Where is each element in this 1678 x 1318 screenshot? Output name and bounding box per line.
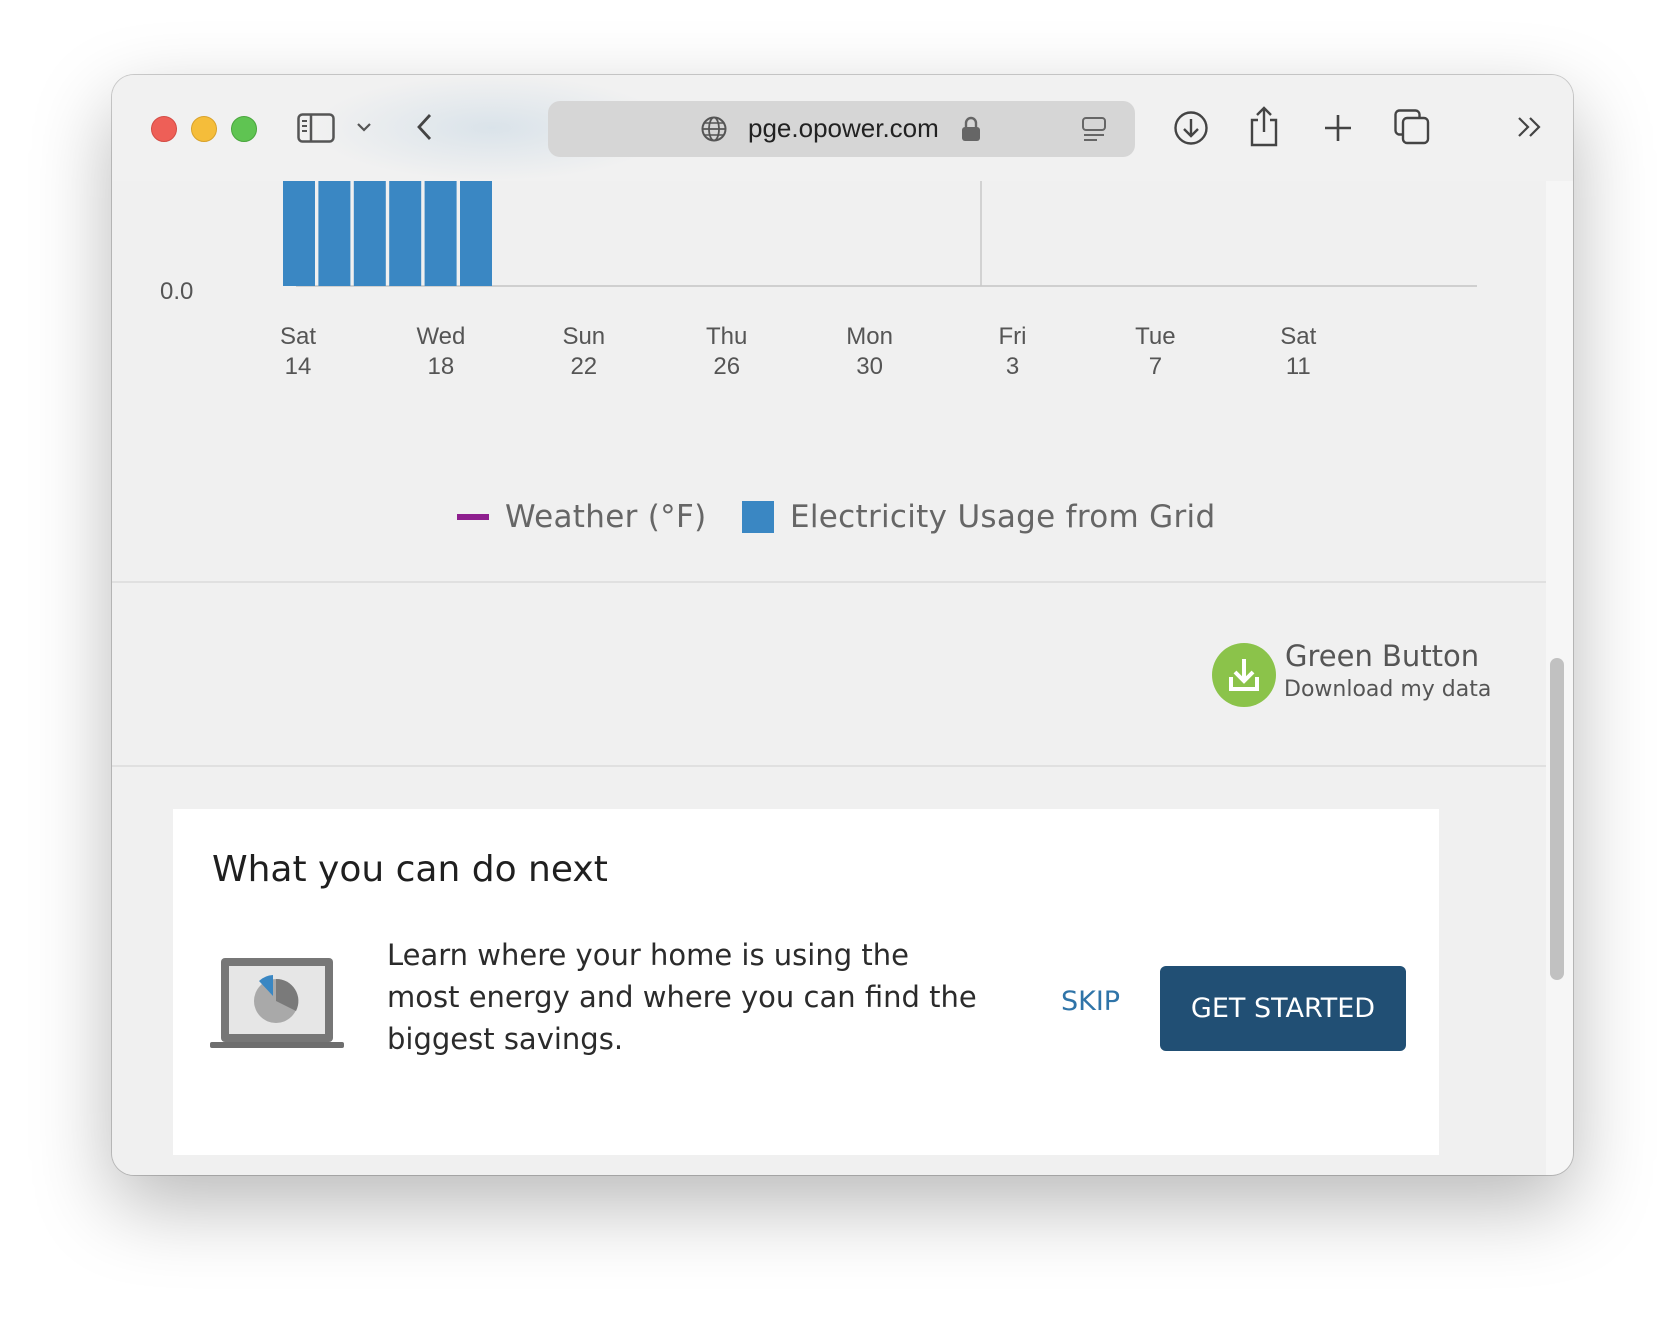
skip-link[interactable]: SKIP: [1061, 986, 1120, 1017]
x-tick-day-label: Sat: [280, 323, 316, 350]
usage-bar[interactable]: [283, 181, 315, 286]
x-tick-date-label: 26: [713, 353, 740, 380]
lock-icon: [960, 115, 982, 143]
legend-electricity-label: Electricity Usage from Grid: [790, 499, 1216, 535]
back-icon[interactable]: [412, 107, 436, 147]
downloads-icon[interactable]: [1171, 108, 1211, 148]
x-tick-day-label: Thu: [706, 323, 747, 350]
share-icon[interactable]: [1246, 103, 1282, 149]
usage-bar[interactable]: [460, 181, 492, 286]
x-tick-date-label: 3: [1006, 353, 1019, 380]
tab-overview-icon[interactable]: [1392, 107, 1432, 147]
minimize-window-button[interactable]: [191, 116, 217, 142]
x-tick-date-label: 14: [285, 353, 312, 380]
chart-divider: [112, 581, 1546, 583]
card-title: What you can do next: [212, 849, 608, 890]
address-bar[interactable]: pge.opower.com: [548, 101, 1135, 157]
x-tick-date-label: 22: [570, 353, 597, 380]
x-tick-day-label: Fri: [999, 323, 1027, 350]
zoom-window-button[interactable]: [231, 116, 257, 142]
laptop-chart-icon: [210, 956, 344, 1055]
legend-weather-label: Weather (°F): [505, 499, 707, 535]
chevron-down-icon[interactable]: [352, 115, 376, 139]
usage-bar[interactable]: [318, 181, 351, 286]
card-description: Learn where your home is using the most …: [387, 938, 977, 1056]
sidebar-icon[interactable]: [296, 108, 336, 148]
browser-toolbar: pge.opower.com: [112, 75, 1573, 181]
green-button-title: Green Button: [1285, 639, 1480, 673]
x-tick-day-label: Sat: [1280, 323, 1316, 350]
close-window-button[interactable]: [151, 116, 177, 142]
green-button-subtitle: Download my data: [1284, 677, 1492, 702]
next-steps-card: What you can do next Learn where your ho…: [173, 809, 1439, 1155]
x-tick-date-label: 30: [856, 353, 883, 380]
legend-electricity: Electricity Usage from Grid: [742, 499, 1215, 535]
scrollbar-thumb[interactable]: [1550, 658, 1564, 980]
reader-icon[interactable]: [1080, 115, 1108, 143]
browser-window: pge.opower.com 0.0 Sat 14 Wed 18 Sun 22 …: [112, 75, 1573, 1175]
x-tick-day-label: Sun: [562, 323, 605, 350]
more-chevrons-icon[interactable]: [1514, 111, 1546, 143]
x-tick-day-label: Mon: [846, 323, 893, 350]
y-tick-label: 0.0: [160, 278, 193, 305]
address-url: pge.opower.com: [748, 113, 939, 143]
get-started-button[interactable]: GET STARTED: [1160, 966, 1406, 1051]
usage-bar[interactable]: [353, 181, 386, 286]
legend-weather: Weather (°F): [457, 499, 707, 535]
usage-chart: 0.0 Sat 14 Wed 18 Sun 22 Thu 26 Mon 30 Fri 3 Tue 7 Sat…: [160, 181, 1477, 380]
x-tick-date-label: 11: [1286, 353, 1311, 380]
usage-bar[interactable]: [424, 181, 457, 286]
x-tick-day-label: Wed: [416, 323, 465, 350]
x-tick-date-label: 18: [428, 353, 455, 380]
page-content: 0.0 Sat 14 Wed 18 Sun 22 Thu 26 Mon 30 Fri 3 Tue 7 Sat…: [112, 181, 1546, 1175]
legend-weather-swatch: [457, 514, 489, 520]
globe-icon: [700, 115, 728, 143]
x-tick-date-label: 7: [1149, 353, 1162, 380]
section-divider: [112, 765, 1546, 767]
usage-bar[interactable]: [389, 181, 422, 286]
x-tick-day-label: Tue: [1135, 323, 1175, 350]
download-icon: [1212, 643, 1276, 707]
new-tab-icon[interactable]: [1318, 108, 1358, 148]
legend-electricity-swatch: [742, 501, 774, 533]
